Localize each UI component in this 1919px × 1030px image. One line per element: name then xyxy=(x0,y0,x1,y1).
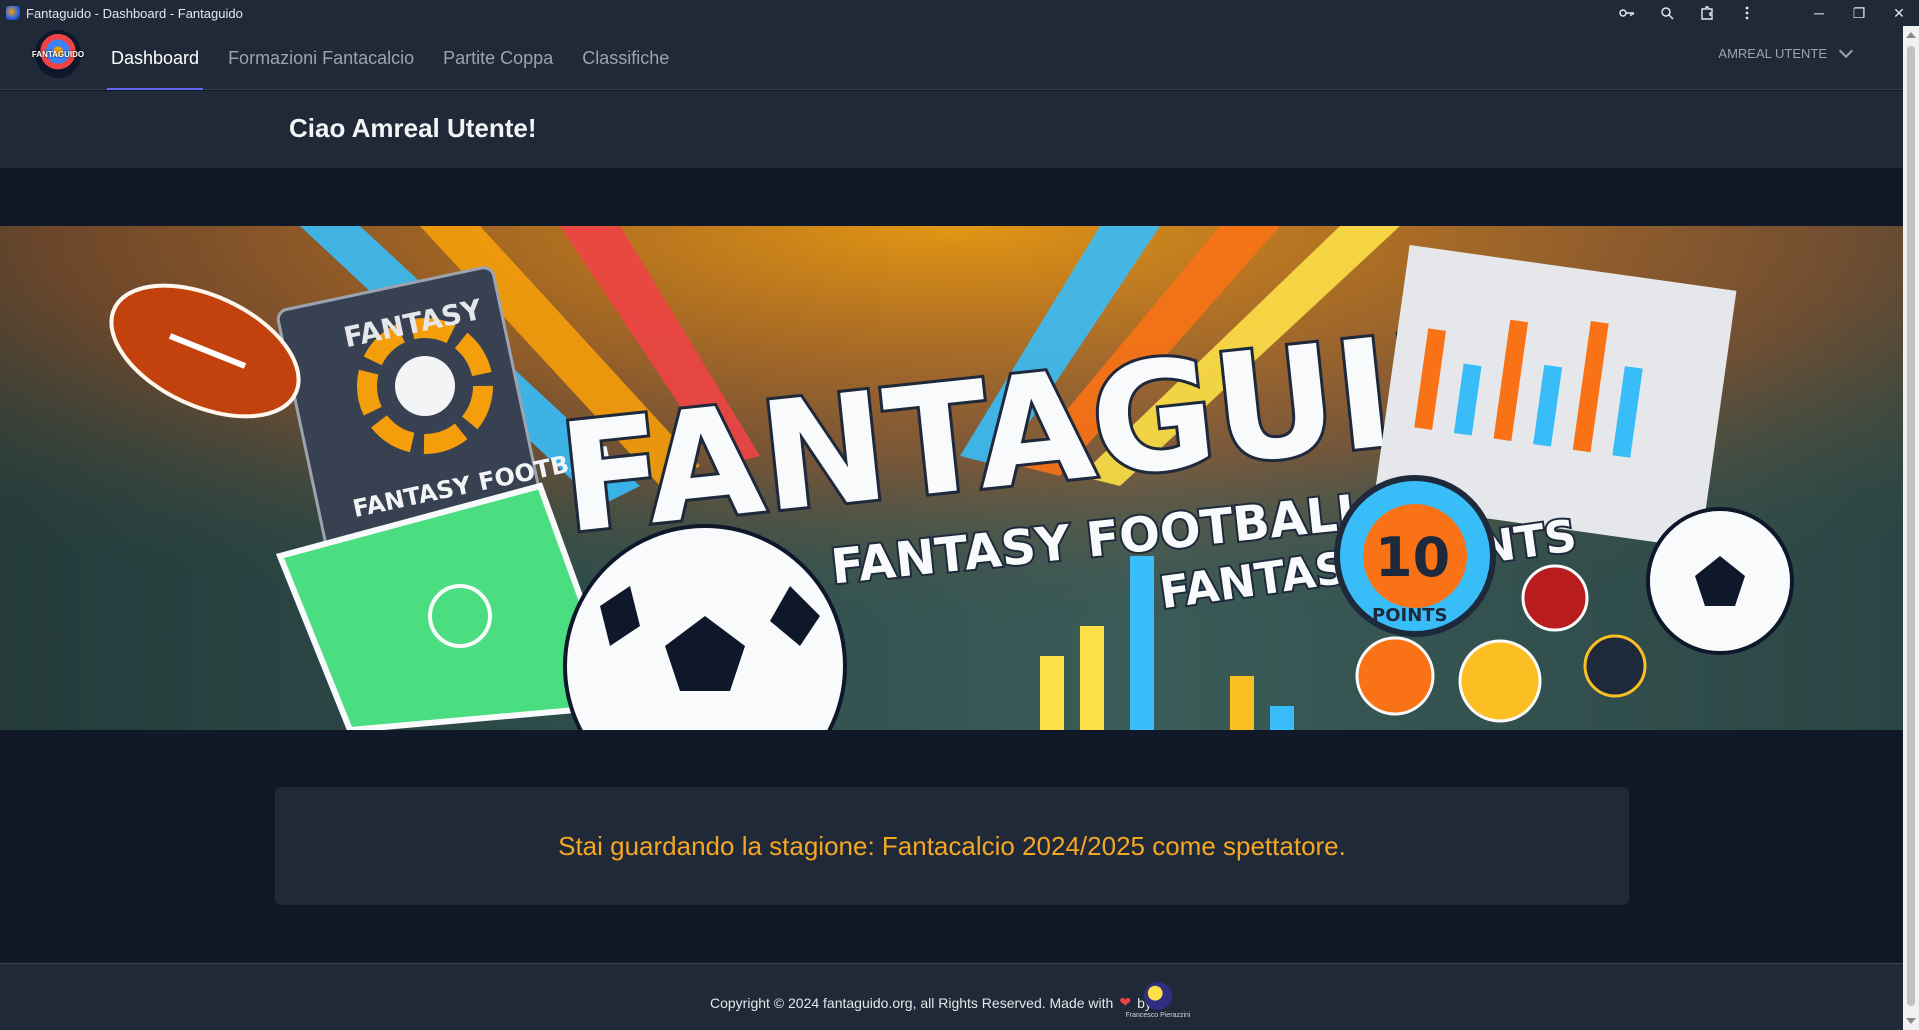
nav-link-partite-coppa[interactable]: Partite Coppa xyxy=(439,26,557,90)
page-header: Ciao Amreal Utente! xyxy=(0,91,1903,168)
close-button[interactable]: ✕ xyxy=(1879,0,1919,26)
menu-icon[interactable] xyxy=(1727,0,1767,26)
author-logo[interactable]: Francesco Pierazzini xyxy=(1125,982,1191,1028)
season-message: Stai guardando la stagione: Fantacalcio … xyxy=(558,830,1346,861)
extensions-icon[interactable] xyxy=(1687,0,1727,26)
top-navbar: FANTAGUIDO Dashboard Formazioni Fantacal… xyxy=(0,26,1903,90)
restore-button[interactable]: ❐ xyxy=(1839,0,1879,26)
points-badge: 10 POINTS xyxy=(1334,475,1496,637)
window-titlebar: Fantaguido - Dashboard - Fantaguido ─ ❐ … xyxy=(0,0,1919,26)
minimize-button[interactable]: ─ xyxy=(1799,0,1839,26)
app-favicon-icon xyxy=(6,6,20,20)
nav-link-classifiche[interactable]: Classifiche xyxy=(578,26,673,90)
footer-copyright: Copyright © 2024 fantaguido.org, all Rig… xyxy=(710,994,1152,1011)
author-signature: Francesco Pierazzini xyxy=(1125,1012,1191,1019)
author-logo-icon xyxy=(1144,982,1172,1010)
window-title: Fantaguido - Dashboard - Fantaguido xyxy=(26,5,243,21)
page-title: Ciao Amreal Utente! xyxy=(289,113,537,143)
site-logo[interactable]: FANTAGUIDO xyxy=(31,30,85,78)
scroll-thumb[interactable] xyxy=(1907,46,1915,1006)
key-icon[interactable] xyxy=(1607,0,1647,26)
nav-link-formazioni[interactable]: Formazioni Fantacalcio xyxy=(224,26,418,90)
badge-circle-icon xyxy=(1521,564,1589,632)
zoom-icon[interactable] xyxy=(1647,0,1687,26)
season-info-card: Stai guardando la stagione: Fantacalcio … xyxy=(275,787,1629,905)
badge-circle-icon xyxy=(1583,634,1647,698)
scroll-down-arrow-icon[interactable] xyxy=(1906,1018,1916,1024)
nav-links: Dashboard Formazioni Fantacalcio Partite… xyxy=(107,26,694,90)
points-ring: POINTS xyxy=(1372,605,1448,626)
badge-circle-icon xyxy=(1458,639,1542,723)
banner-illustration: FANTASY FANTASY FOOTBALL FANTAGUIDO FANT… xyxy=(0,226,1903,730)
logo-text: FANTAGUIDO xyxy=(31,49,85,59)
user-menu[interactable]: AMREAL UTENTE xyxy=(1718,26,1854,80)
footer: Copyright © 2024 fantaguido.org, all Rig… xyxy=(0,963,1903,1030)
user-name: AMREAL UTENTE xyxy=(1718,45,1827,61)
hero-banner: FANTASY FANTASY FOOTBALL FANTAGUIDO FANT… xyxy=(0,226,1903,730)
nav-link-dashboard[interactable]: Dashboard xyxy=(107,26,204,90)
points-value: 10 xyxy=(1375,526,1450,589)
badge-circle-icon xyxy=(1355,636,1435,716)
page-scrollbar[interactable] xyxy=(1903,26,1919,1030)
scroll-up-arrow-icon[interactable] xyxy=(1906,32,1916,38)
copyright-text: Copyright © 2024 fantaguido.org, all Rig… xyxy=(710,994,1114,1011)
chevron-down-icon xyxy=(1838,43,1854,58)
window-toolbar: ─ ❐ ✕ xyxy=(1607,0,1919,26)
soccer-ball-right-icon xyxy=(1646,507,1794,655)
